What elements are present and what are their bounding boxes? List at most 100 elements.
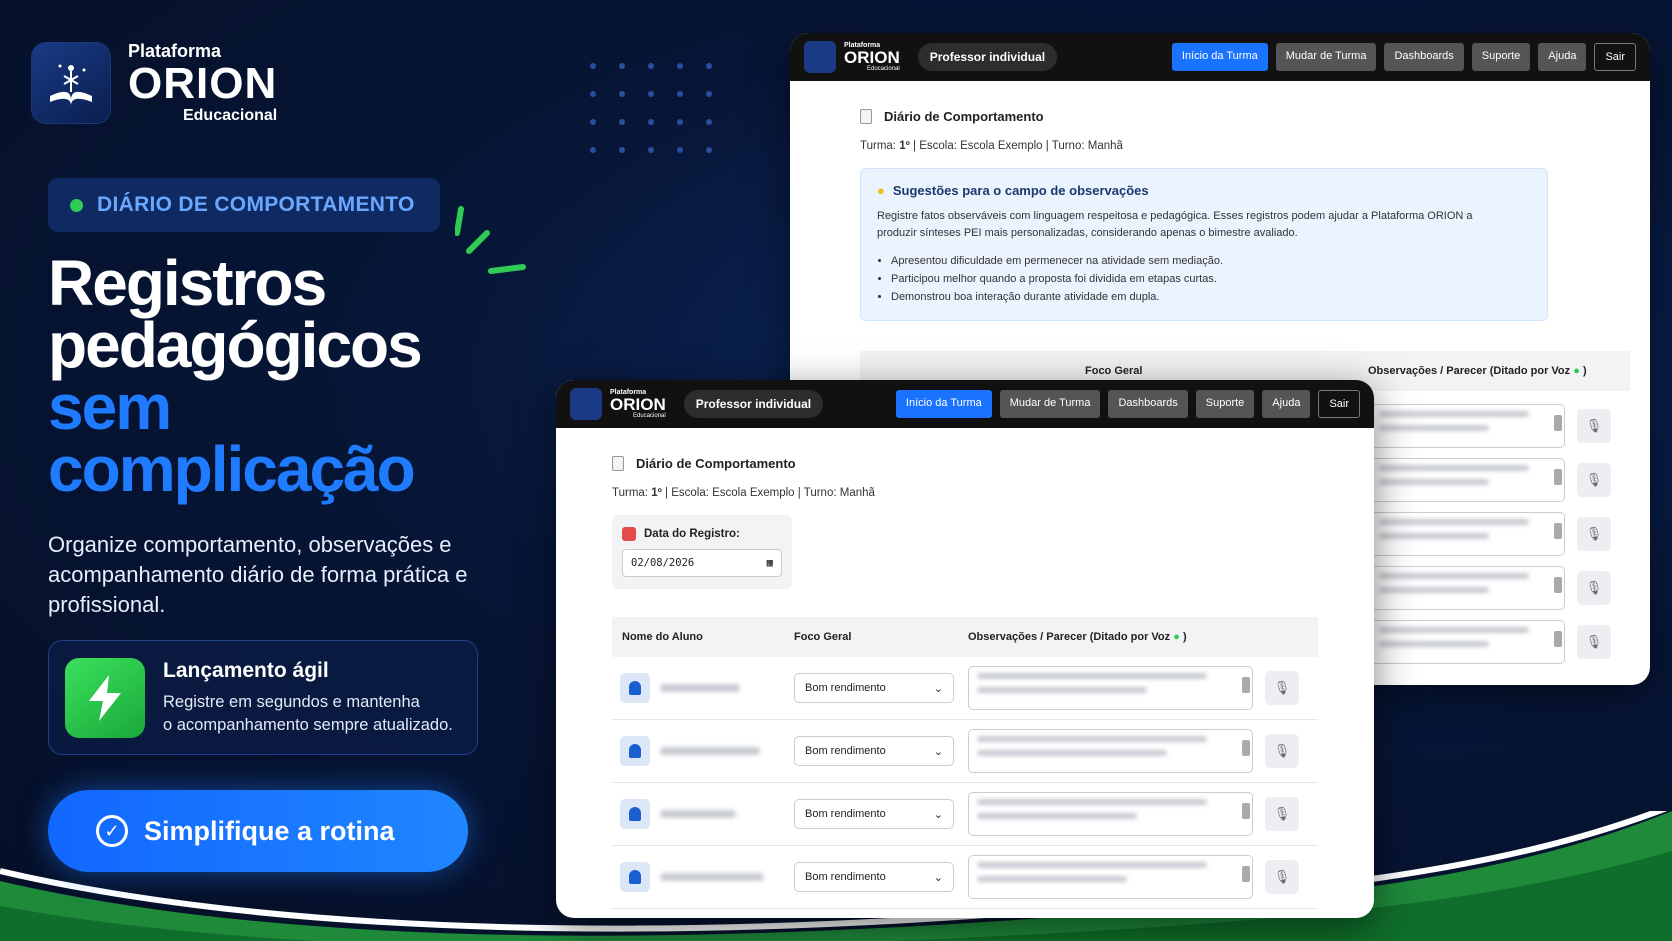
app-topbar: Plataforma ORION Educacional Professor i… (556, 380, 1374, 428)
check-circle-icon: ✓ (96, 815, 128, 847)
table-row: Bom rendimento ⌄ 🎙 (612, 720, 1318, 783)
observation-field[interactable] (968, 855, 1253, 899)
observation-field[interactable] (1370, 566, 1565, 610)
focus-select[interactable]: Bom rendimento ⌄ (794, 673, 954, 703)
chevron-down-icon: ⌄ (933, 682, 943, 695)
document-icon (860, 109, 872, 124)
focus-select-value: Bom rendimento (805, 871, 886, 883)
app-logo-icon (804, 41, 836, 73)
mic-button[interactable]: 🎙 (1265, 860, 1299, 894)
student-name-blurred (660, 873, 764, 881)
observation-field[interactable] (1370, 620, 1565, 664)
app-topbar: Plataforma ORION Educacional Professor i… (790, 33, 1650, 81)
nav-suporte[interactable]: Suporte (1195, 390, 1255, 418)
nav-mudar-turma[interactable]: Mudar de Turma (999, 390, 1101, 418)
nav-suporte[interactable]: Suporte (1471, 43, 1531, 71)
spark-icon (455, 206, 526, 274)
nav-ajuda[interactable]: Ajuda (1262, 390, 1311, 418)
col-obs-end: ) (1182, 631, 1187, 643)
mic-button[interactable]: 🎙 (1577, 517, 1611, 551)
observation-field[interactable] (968, 666, 1253, 710)
top-nav: Início da Turma Mudar de Turma Dashboard… (895, 390, 1360, 418)
table-row: 🎙 (1370, 561, 1630, 615)
app-logo: Plataforma ORION Educacional (804, 41, 900, 73)
student-name-blurred (660, 747, 760, 755)
school-info: | Escola: Escola Exemplo | Turno: Manhã (913, 140, 1123, 152)
feature-card: Lançamento ágil Registre em segundos e m… (48, 640, 478, 755)
nav-ajuda[interactable]: Ajuda (1538, 43, 1587, 71)
nav-mudar-turma[interactable]: Mudar de Turma (1275, 43, 1377, 71)
table-row: 🎙 (1370, 453, 1630, 507)
chevron-down-icon: ⌄ (933, 745, 943, 758)
calendar-picker-icon[interactable]: ▦ (767, 557, 773, 569)
nav-dashboards[interactable]: Dashboards (1108, 390, 1188, 418)
col-obs: Observações / Parecer (Ditado por Voz ● … (968, 631, 1187, 643)
class-label: Turma: (860, 140, 896, 152)
page-title: Diário de Comportamento (860, 109, 1580, 124)
mic-button[interactable]: 🎙 (1577, 409, 1611, 443)
school-info: | Escola: Escola Exemplo | Turno: Manhã (665, 487, 875, 499)
nav-inicio-turma[interactable]: Início da Turma (1171, 43, 1268, 71)
simplify-button-label: Simplifique a rotina (144, 815, 395, 846)
suggestions-title-text: Sugestões para o campo de observações (892, 183, 1149, 198)
class-info: Turma: 1º | Escola: Escola Exemplo | Tur… (612, 487, 1318, 499)
suggestion-item: Participou melhor quando a proposta foi … (891, 270, 1531, 288)
brand-logo: Plataforma ORION Educacional (32, 42, 277, 124)
focus-select[interactable]: Bom rendimento ⌄ (794, 799, 954, 829)
nav-sair[interactable]: Sair (1594, 43, 1636, 71)
headline: Registros pedagógicos sem complicação (48, 251, 423, 501)
col-name: Nome do Aluno (622, 631, 703, 643)
app-logo-name: ORION (610, 395, 666, 414)
focus-select[interactable]: Bom rendimento ⌄ (794, 862, 954, 892)
brand-line1: Plataforma (128, 41, 222, 61)
headline-line2: pedagógicos (48, 309, 423, 381)
profile-chip[interactable]: Professor individual (683, 390, 824, 418)
col-obs-text: Observações / Parecer (Ditado por Voz (968, 631, 1171, 643)
focus-select[interactable]: Bom rendimento ⌄ (794, 736, 954, 766)
table-row: Bom rendimento ⌄ 🎙 (612, 846, 1318, 909)
date-input[interactable]: 02/08/2026 ▦ (622, 549, 782, 577)
feature-title: Lançamento ágil (163, 658, 329, 682)
date-label: Data do Registro: (622, 527, 782, 541)
class-info: Turma: 1º | Escola: Escola Exemplo | Tur… (860, 140, 1580, 152)
focus-select-value: Bom rendimento (805, 808, 886, 820)
observation-field[interactable] (1370, 512, 1565, 556)
app-logo: Plataforma ORION Educacional (570, 388, 666, 420)
chevron-down-icon: ⌄ (933, 871, 943, 884)
nav-dashboards[interactable]: Dashboards (1384, 43, 1464, 71)
section-badge-label: DIÁRIO DE COMPORTAMENTO (97, 193, 415, 216)
nav-inicio-turma[interactable]: Início da Turma (895, 390, 992, 418)
observation-field[interactable] (1370, 458, 1565, 502)
suggestions-text: Registre fatos observáveis com linguagem… (877, 210, 1473, 239)
profile-chip[interactable]: Professor individual (917, 43, 1058, 71)
table-header: Nome do Aluno Foco Geral Observações / P… (612, 617, 1318, 657)
table-row: 🎙 (1370, 399, 1630, 453)
observation-field[interactable] (968, 792, 1253, 836)
description: Organize comportamento, observações e ac… (48, 532, 468, 617)
mic-button[interactable]: 🎙 (1265, 797, 1299, 831)
mic-button[interactable]: 🎙 (1265, 734, 1299, 768)
mic-icon: ● (1573, 365, 1580, 377)
top-nav: Início da Turma Mudar de Turma Dashboard… (1171, 43, 1636, 71)
obs-column: 🎙 🎙 🎙 🎙 🎙 (1370, 399, 1630, 669)
mic-button[interactable]: 🎙 (1577, 571, 1611, 605)
brand-name: ORION (128, 59, 278, 108)
lightbulb-icon: ● (877, 183, 885, 198)
col-obs: Observações / Parecer (Ditado por Voz ● … (1368, 365, 1587, 377)
suggestion-item: Demonstrou boa interação durante ativida… (891, 288, 1531, 306)
mic-button[interactable]: 🎙 (1577, 463, 1611, 497)
focus-select-value: Bom rendimento (805, 682, 886, 694)
suggestions-box: ● Sugestões para o campo de observações R… (860, 168, 1548, 321)
mic-button[interactable]: 🎙 (1265, 671, 1299, 705)
class-value: 1º (651, 487, 662, 499)
simplify-button[interactable]: ✓ Simplifique a rotina (48, 790, 468, 872)
observation-field[interactable] (1370, 404, 1565, 448)
mic-button[interactable]: 🎙 (1577, 625, 1611, 659)
class-label: Turma: (612, 487, 648, 499)
focus-select-value: Bom rendimento (805, 745, 886, 757)
observation-field[interactable] (968, 729, 1253, 773)
nav-sair[interactable]: Sair (1318, 390, 1360, 418)
suggestion-item: Apresentou dificuldade em permenecer na … (891, 252, 1531, 270)
feature-line2: o acompanhamento sempre atualizado. (163, 715, 453, 734)
feature-line1: Registre em segundos e mantenha (163, 692, 420, 711)
